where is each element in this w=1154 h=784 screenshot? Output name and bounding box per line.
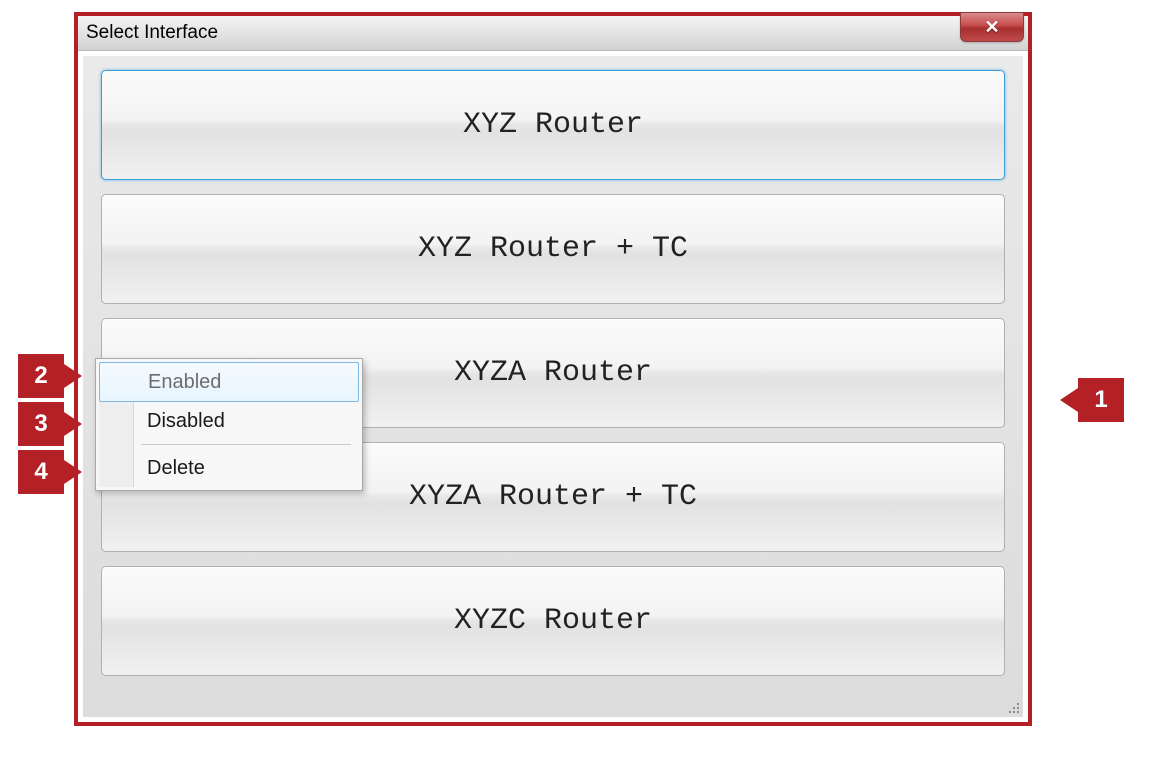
callout-3: 3 [18,402,64,446]
callout-number: 3 [34,410,47,438]
menu-item-enabled[interactable]: Enabled [99,362,359,402]
close-button[interactable]: ✕ [960,12,1024,42]
callout-4: 4 [18,450,64,494]
interface-option-label: XYZ Router + TC [418,232,688,266]
menu-item-label: Delete [147,457,205,480]
callout-number: 2 [34,362,47,390]
callout-1: 1 [1078,378,1124,422]
context-menu: Enabled Disabled Delete [95,358,363,491]
callout-2: 2 [18,354,64,398]
interface-option-xyz-router-tc[interactable]: XYZ Router + TC [101,194,1005,304]
callout-number: 4 [34,458,47,486]
menu-item-disabled[interactable]: Disabled [99,402,359,440]
resize-grip-icon[interactable] [1005,699,1021,715]
interface-option-xyzc-router[interactable]: XYZC Router [101,566,1005,676]
callout-number: 1 [1094,386,1107,414]
interface-option-label: XYZC Router [454,604,652,638]
menu-item-delete[interactable]: Delete [99,449,359,487]
menu-item-label: Enabled [148,371,221,394]
close-x-icon: ✕ [984,17,999,38]
interface-option-label: XYZ Router [463,108,643,142]
window-title: Select Interface [86,22,218,44]
interface-option-label: XYZA Router [454,356,652,390]
interface-option-xyz-router[interactable]: XYZ Router [101,70,1005,180]
interface-option-label: XYZA Router + TC [409,480,697,514]
menu-item-label: Disabled [147,410,225,433]
menu-separator [141,444,351,445]
titlebar[interactable]: Select Interface ✕ [78,16,1028,51]
